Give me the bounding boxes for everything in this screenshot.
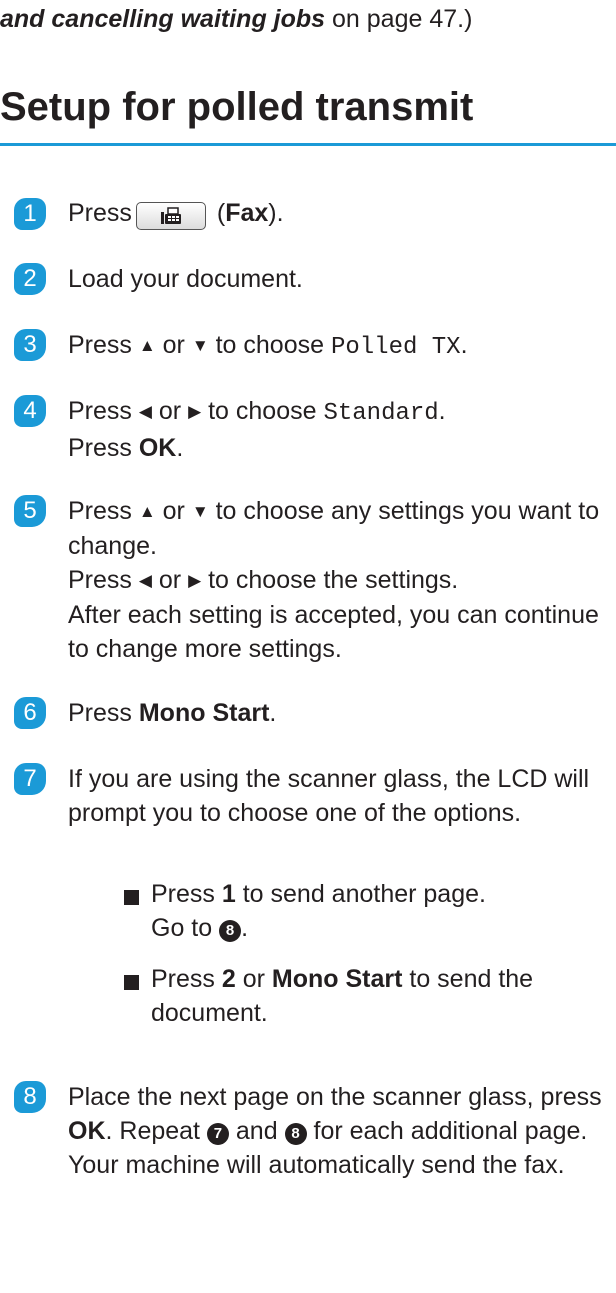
step-reference-8: 8 bbox=[284, 1123, 307, 1145]
up-arrow-icon: ▲ bbox=[138, 502, 156, 521]
step-3: Press ▲ or ▼ to choose Polled TX. bbox=[68, 331, 468, 361]
section-rule bbox=[0, 143, 616, 146]
step-number-3: 3 bbox=[14, 329, 46, 361]
down-arrow-icon: ▼ bbox=[191, 502, 209, 521]
fax-button bbox=[135, 202, 206, 230]
step-number-7: 7 bbox=[14, 763, 46, 795]
step-4: Press ◀ or ▶ to choose Standard. Press OK… bbox=[68, 397, 446, 462]
bullet-square-icon bbox=[124, 890, 139, 905]
bullet-2: Press 2 or Mono Start to send the docume… bbox=[151, 965, 534, 1027]
fax-icon bbox=[160, 207, 182, 225]
step-number-6: 6 bbox=[14, 697, 46, 729]
step-number-4: 4 bbox=[14, 395, 46, 427]
left-arrow-icon: ◀ bbox=[138, 402, 152, 421]
left-arrow-icon: ◀ bbox=[138, 571, 152, 590]
down-arrow-icon: ▼ bbox=[191, 336, 209, 355]
step-8: Place the next page on the scanner glass… bbox=[68, 1083, 602, 1179]
intro-text: and cancelling waiting jobs on page 47.) bbox=[0, 5, 473, 33]
step-reference-8: 8 bbox=[219, 920, 242, 942]
step-number-2: 2 bbox=[14, 263, 46, 295]
step-reference-7: 7 bbox=[206, 1123, 229, 1145]
step-number-1: 1 bbox=[14, 198, 46, 230]
step-number-5: 5 bbox=[14, 495, 46, 527]
section-title: Setup for polled transmit bbox=[0, 85, 474, 129]
step-2: Load your document. bbox=[68, 265, 303, 293]
right-arrow-icon: ▶ bbox=[188, 402, 202, 421]
step-6: Press Mono Start. bbox=[68, 699, 277, 727]
right-arrow-icon: ▶ bbox=[188, 571, 202, 590]
step-1: Press (Fax). bbox=[68, 196, 610, 230]
bullet-square-icon bbox=[124, 975, 139, 990]
bullet-1: Press 1 to send another page. Go to 8. bbox=[151, 880, 486, 942]
step-number-8: 8 bbox=[14, 1081, 46, 1113]
step-5: Press ▲ or ▼ to choose any settings you … bbox=[68, 497, 600, 663]
step-7: If you are using the scanner glass, the … bbox=[68, 765, 590, 827]
up-arrow-icon: ▲ bbox=[138, 336, 156, 355]
